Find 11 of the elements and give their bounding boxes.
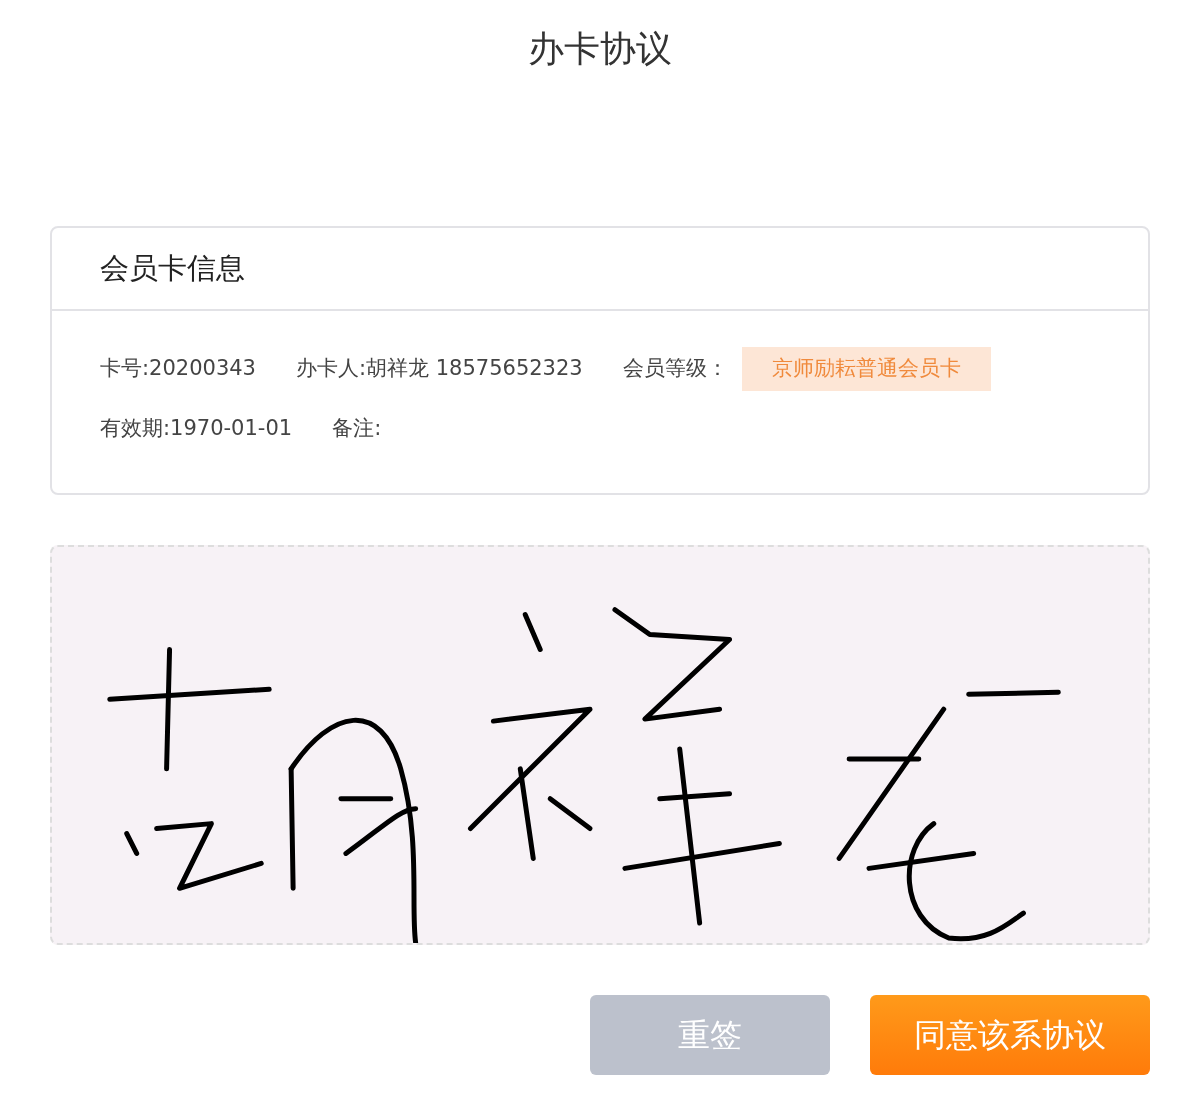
page-title: 办卡协议	[527, 27, 673, 71]
info-text: 卡号:20200343	[100, 355, 256, 383]
card-title: 会员卡信息	[100, 249, 245, 287]
member-level-badge: 京师励耘普通会员卡	[741, 347, 991, 391]
agree-button[interactable]: 同意该系协议	[870, 995, 1150, 1075]
info-text: 有效期:1970-01-01	[100, 415, 293, 443]
info-text: 备注:	[332, 415, 382, 443]
signature-pad[interactable]	[50, 545, 1150, 945]
info-text: 办卡人:胡祥龙 18575652323	[295, 355, 583, 383]
info-text: 会员等级：	[622, 355, 728, 383]
re-sign-button[interactable]: 重签	[590, 995, 830, 1075]
